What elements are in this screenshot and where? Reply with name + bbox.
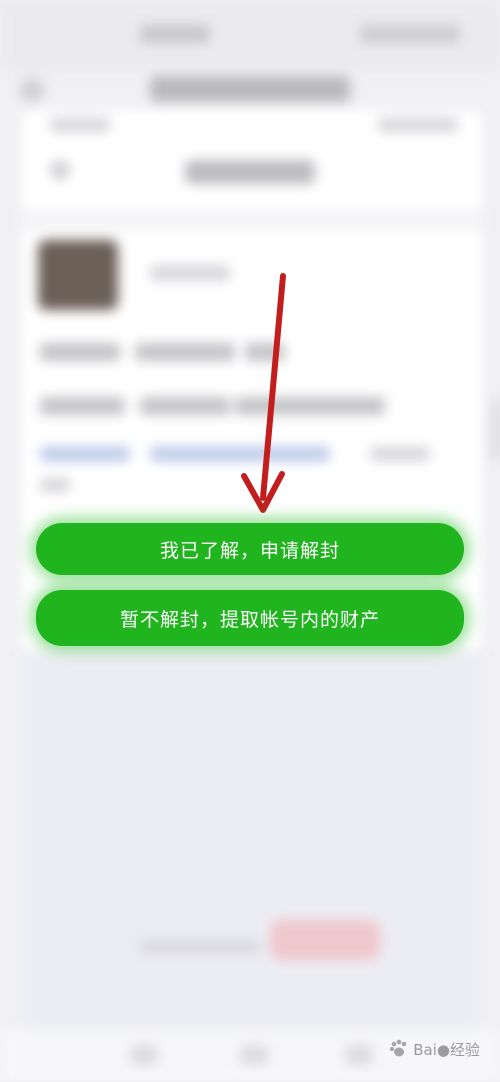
text-line-blur — [40, 397, 125, 415]
red-arrow-annotation — [241, 273, 286, 513]
paw-icon — [390, 1039, 407, 1057]
text-line-blur — [140, 397, 230, 415]
bottom-link-blur — [270, 920, 380, 960]
text-line-blur — [40, 343, 120, 361]
tab-icon — [130, 1045, 158, 1065]
bottom-panel — [22, 650, 482, 1030]
back-icon — [20, 78, 44, 102]
page-title-blur — [150, 76, 350, 102]
baidu-watermark: Bai●经验 — [388, 1038, 480, 1060]
text-line-blur — [135, 343, 235, 361]
apply-unban-label: 我已了解，申请解封 — [159, 539, 340, 562]
avatar — [38, 240, 118, 310]
card-title-blur — [185, 160, 315, 184]
bottom-text-blur — [140, 940, 260, 954]
side-tab — [492, 400, 500, 460]
tab-icon — [240, 1045, 268, 1065]
divider — [22, 210, 482, 230]
inner-back-icon — [50, 160, 70, 180]
status-time-blur — [140, 25, 210, 43]
card-header-left-blur — [50, 118, 110, 132]
text-line-blur — [40, 478, 70, 492]
card-header-right-blur — [378, 118, 458, 132]
link-line-blur — [40, 447, 130, 461]
watermark-text: Bai●经验 — [413, 1040, 480, 1059]
user-name-blur — [150, 265, 230, 281]
status-indicators-blur — [360, 25, 460, 43]
apply-unban-button[interactable]: 我已了解，申请解封 — [36, 523, 464, 575]
withdraw-assets-button[interactable]: 暂不解封，提取帐号内的财产 — [36, 590, 464, 646]
tab-icon — [345, 1045, 373, 1065]
withdraw-assets-label: 暂不解封，提取帐号内的财产 — [119, 608, 380, 631]
text-line-blur — [370, 447, 430, 461]
